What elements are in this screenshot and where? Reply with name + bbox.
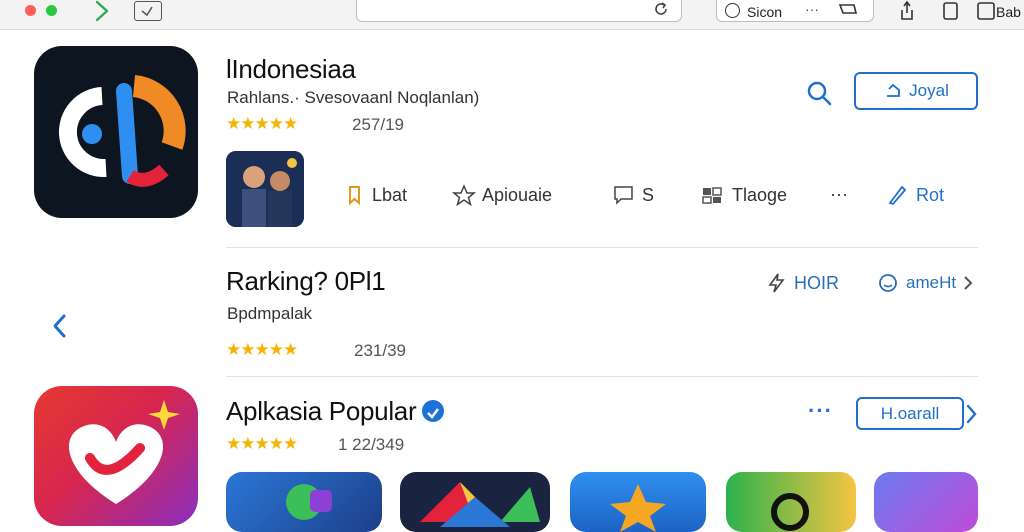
star-icon — [452, 184, 476, 206]
app-subtitle: Rahlans.· Svesovaanl Noqlanlan) — [227, 88, 480, 107]
action-label: Tlaoge — [732, 184, 788, 205]
app-tile-1[interactable] — [226, 472, 382, 532]
clock-icon — [725, 3, 740, 18]
bookmark-icon — [349, 186, 360, 206]
app-icon-popular[interactable] — [34, 386, 198, 526]
action-messages[interactable]: S — [612, 184, 654, 206]
chevron-right-icon — [964, 276, 973, 290]
more-icon[interactable]: ··· — [830, 184, 848, 205]
ranking-subtitle: Bpdmpalak — [227, 304, 313, 323]
action-lbat[interactable]: Lbat — [346, 184, 407, 206]
smile-icon — [879, 274, 897, 292]
hoarall-button[interactable]: H.oarall — [856, 397, 964, 430]
message-icon — [614, 186, 633, 205]
action-label: Rot — [916, 184, 945, 205]
section-divider — [226, 376, 978, 377]
ameht-label: ameHt — [906, 273, 957, 292]
edit-icon — [888, 185, 907, 206]
hoarall-label: H.oarall — [880, 403, 940, 423]
sidebar-icon[interactable] — [976, 0, 996, 22]
ameht-link[interactable]: ameHt — [876, 272, 974, 294]
site-info-field[interactable]: Sicon ··· — [716, 0, 874, 22]
toolbar-right-label: Bab — [996, 4, 1021, 20]
action-apiouaie[interactable]: Apiouaie — [452, 184, 552, 206]
more-dots-label: ··· — [830, 184, 848, 204]
verified-badge-icon — [422, 400, 445, 423]
reload-icon[interactable] — [653, 1, 669, 17]
maximize-window-button[interactable] — [46, 5, 57, 16]
action-tlaoge[interactable]: Tlaoge — [700, 184, 787, 206]
cloud-icon — [887, 83, 901, 97]
section-divider — [226, 247, 978, 248]
site-more-dots: ··· — [805, 1, 819, 17]
popular-title: Aplkasia Popular — [226, 396, 445, 427]
chevron-left-icon[interactable] — [50, 312, 70, 340]
tag-icon[interactable] — [837, 1, 859, 19]
app-tile-5[interactable] — [874, 472, 978, 532]
more-options-icon[interactable]: ··· — [808, 398, 833, 424]
app-tile-3[interactable] — [570, 472, 706, 532]
hoir-link[interactable]: HOIR — [766, 272, 839, 294]
grid-icon — [702, 187, 722, 204]
action-label: S — [642, 184, 655, 205]
close-window-button[interactable] — [25, 5, 36, 16]
popular-rating-stars: ★★★★★ — [226, 434, 298, 453]
action-label: Lbat — [372, 184, 408, 205]
ranking-title: Rarking? 0Pl1 — [226, 266, 386, 296]
app-icon-indonesia[interactable] — [34, 46, 198, 218]
address-bar[interactable] — [356, 0, 682, 22]
tab-overview-icon[interactable] — [134, 1, 162, 21]
forward-icon[interactable] — [92, 0, 112, 22]
install-button[interactable]: Joyal — [854, 72, 978, 110]
bolt-icon — [768, 273, 785, 293]
popular-rating-count: 1 22/349 — [338, 435, 405, 454]
app-rating-stars: ★★★★★ — [226, 114, 298, 133]
install-button-label: Joyal — [909, 81, 949, 100]
app-rating-count: 257/19 — [352, 115, 404, 134]
ranking-rating-stars: ★★★★★ — [226, 340, 298, 359]
app-tile-4[interactable] — [726, 472, 856, 532]
action-rot[interactable]: Rot — [886, 184, 944, 206]
ranking-rating-count: 231/39 — [354, 341, 406, 360]
hoir-label: HOIR — [794, 272, 839, 293]
app-title: lIndonesiaa — [226, 54, 356, 84]
site-label: Sicon — [747, 4, 783, 20]
chevron-right-icon[interactable] — [964, 402, 978, 426]
share-icon[interactable] — [896, 0, 918, 22]
action-label: Apiouaie — [482, 184, 553, 205]
app-tile-2[interactable] — [400, 472, 550, 532]
bookmark-toolbar-icon[interactable] — [940, 0, 962, 22]
app-screenshot-thumbnail[interactable] — [226, 151, 304, 227]
search-icon[interactable] — [806, 80, 834, 108]
browser-toolbar: Sicon ··· Bab — [0, 0, 1024, 30]
